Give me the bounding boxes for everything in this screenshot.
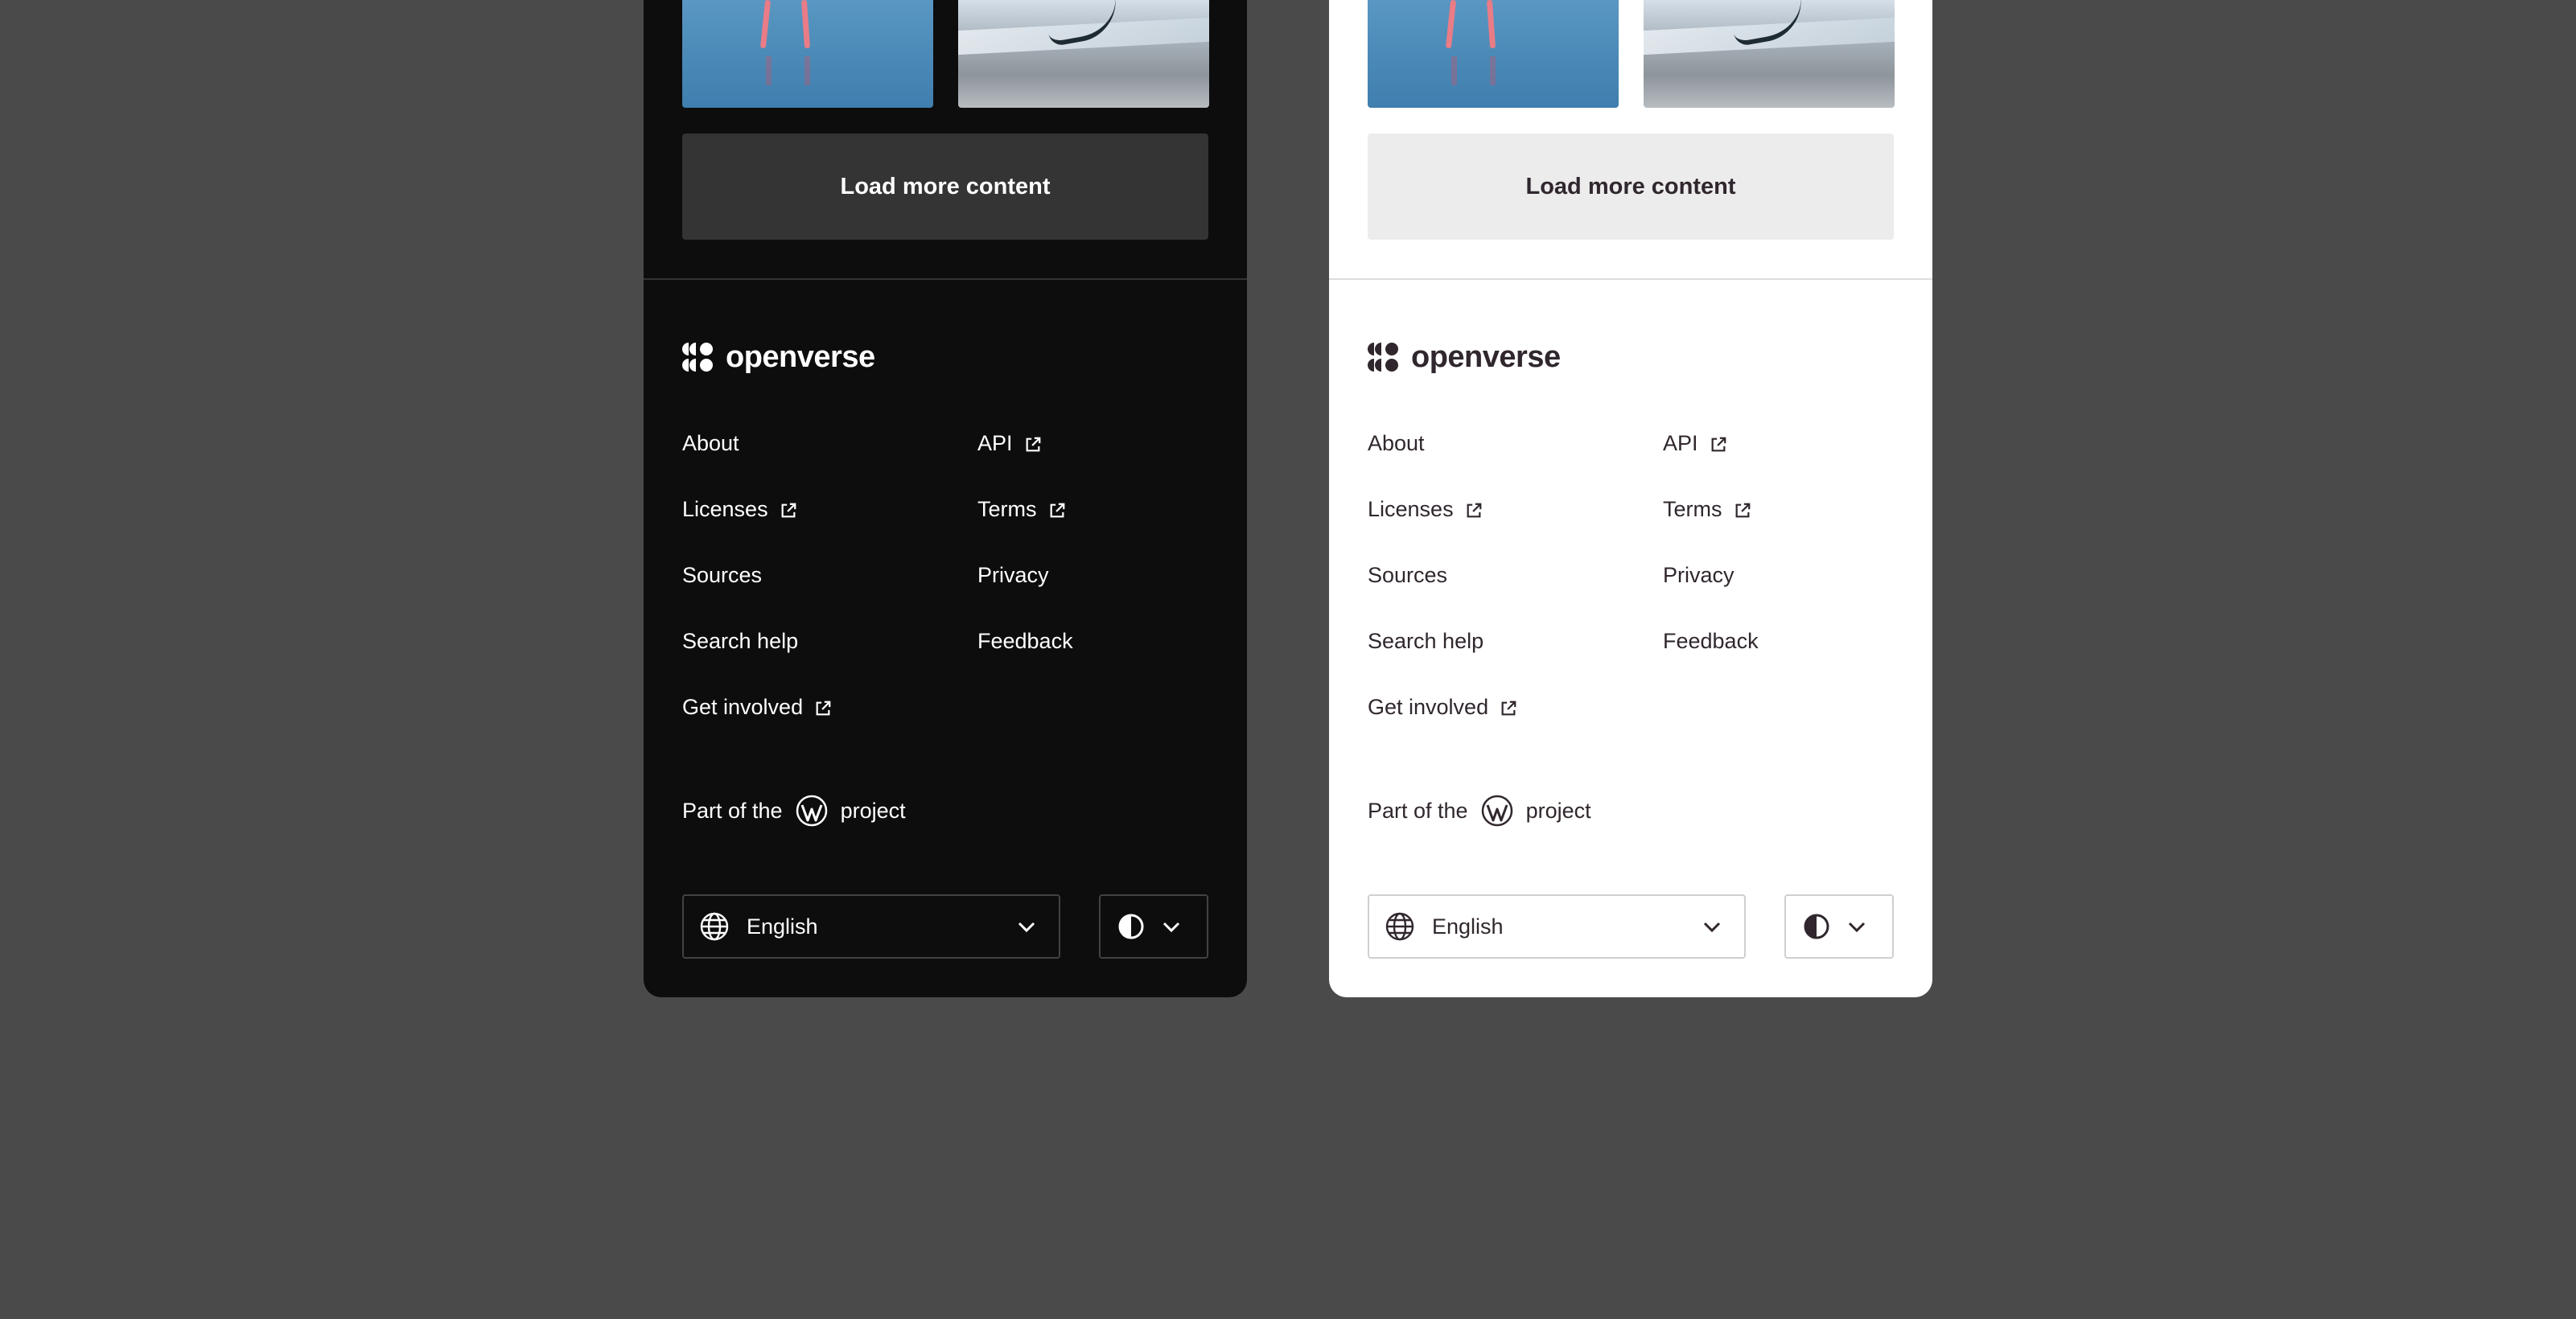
nav-link-feedback[interactable]: Feedback: [1663, 629, 1759, 695]
nav-link-api[interactable]: API: [1663, 431, 1759, 497]
footer-nav-right: API Terms Privacy Feedback: [977, 431, 1073, 695]
image-thumbnail-bird[interactable]: [1644, 0, 1895, 108]
external-link-icon: [816, 701, 831, 716]
load-more-button[interactable]: Load more content: [1368, 134, 1894, 240]
external-link-icon: [1735, 503, 1750, 518]
globe-icon: [700, 912, 729, 941]
nav-link-get-involved[interactable]: Get involved: [1368, 695, 1517, 761]
nav-link-privacy[interactable]: Privacy: [977, 563, 1073, 629]
footer-divider: [1329, 278, 1932, 280]
external-link-icon: [1711, 437, 1726, 452]
openverse-logo[interactable]: openverse: [682, 339, 875, 374]
theme-select[interactable]: [1099, 894, 1208, 959]
load-more-button[interactable]: Load more content: [682, 134, 1208, 240]
wordpress-icon: [796, 795, 827, 827]
nav-link-licenses[interactable]: Licenses: [682, 497, 832, 563]
nav-link-sources[interactable]: Sources: [1368, 563, 1517, 629]
openverse-logo-icon: [1368, 343, 1398, 372]
nav-link-sources[interactable]: Sources: [682, 563, 832, 629]
external-link-icon: [1026, 437, 1040, 452]
nav-link-about[interactable]: About: [682, 431, 832, 497]
globe-icon: [1385, 912, 1414, 941]
external-link-icon: [1467, 503, 1481, 518]
footer-nav-left: About Licenses Sources Search help Get i…: [682, 431, 832, 761]
footer-panel-light: Load more content openverse About Licens…: [1329, 0, 1932, 997]
nav-link-api[interactable]: API: [977, 431, 1073, 497]
contrast-icon: [1804, 914, 1829, 939]
chevron-down-icon: [1162, 922, 1180, 933]
contrast-icon: [1118, 914, 1144, 939]
external-link-icon: [781, 503, 796, 518]
nav-link-get-involved[interactable]: Get involved: [682, 695, 832, 761]
nav-link-search-help[interactable]: Search help: [682, 629, 832, 695]
chevron-down-icon: [1848, 922, 1866, 933]
image-thumbnail-flamingo[interactable]: [682, 0, 933, 108]
chevron-down-icon: [1703, 922, 1721, 933]
openverse-logo[interactable]: openverse: [1368, 339, 1561, 374]
selected-language: English: [747, 914, 818, 939]
image-thumbnail-flamingo[interactable]: [1368, 0, 1619, 108]
external-link-icon: [1501, 701, 1516, 716]
wordpress-project-link[interactable]: Part of the project: [1368, 795, 1591, 827]
footer-panel-dark: Load more content openverse About Licens…: [644, 0, 1247, 997]
language-select[interactable]: English: [682, 894, 1060, 959]
chevron-down-icon: [1018, 922, 1035, 933]
openverse-logo-icon: [682, 343, 713, 372]
image-thumbnail-bird[interactable]: [958, 0, 1209, 108]
selected-language: English: [1432, 914, 1504, 939]
theme-select[interactable]: [1784, 894, 1894, 959]
wordpress-icon: [1481, 795, 1512, 827]
nav-link-terms[interactable]: Terms: [977, 497, 1073, 563]
external-link-icon: [1050, 503, 1064, 518]
logo-wordmark: openverse: [1411, 339, 1561, 374]
nav-link-privacy[interactable]: Privacy: [1663, 563, 1759, 629]
logo-wordmark: openverse: [726, 339, 875, 374]
language-select[interactable]: English: [1368, 894, 1746, 959]
nav-link-search-help[interactable]: Search help: [1368, 629, 1517, 695]
nav-link-feedback[interactable]: Feedback: [977, 629, 1073, 695]
footer-nav-right: API Terms Privacy Feedback: [1663, 431, 1759, 695]
nav-link-about[interactable]: About: [1368, 431, 1517, 497]
footer-divider: [644, 278, 1247, 280]
footer-nav-left: About Licenses Sources Search help Get i…: [1368, 431, 1517, 761]
nav-link-licenses[interactable]: Licenses: [1368, 497, 1517, 563]
wordpress-project-link[interactable]: Part of the project: [682, 795, 906, 827]
nav-link-terms[interactable]: Terms: [1663, 497, 1759, 563]
